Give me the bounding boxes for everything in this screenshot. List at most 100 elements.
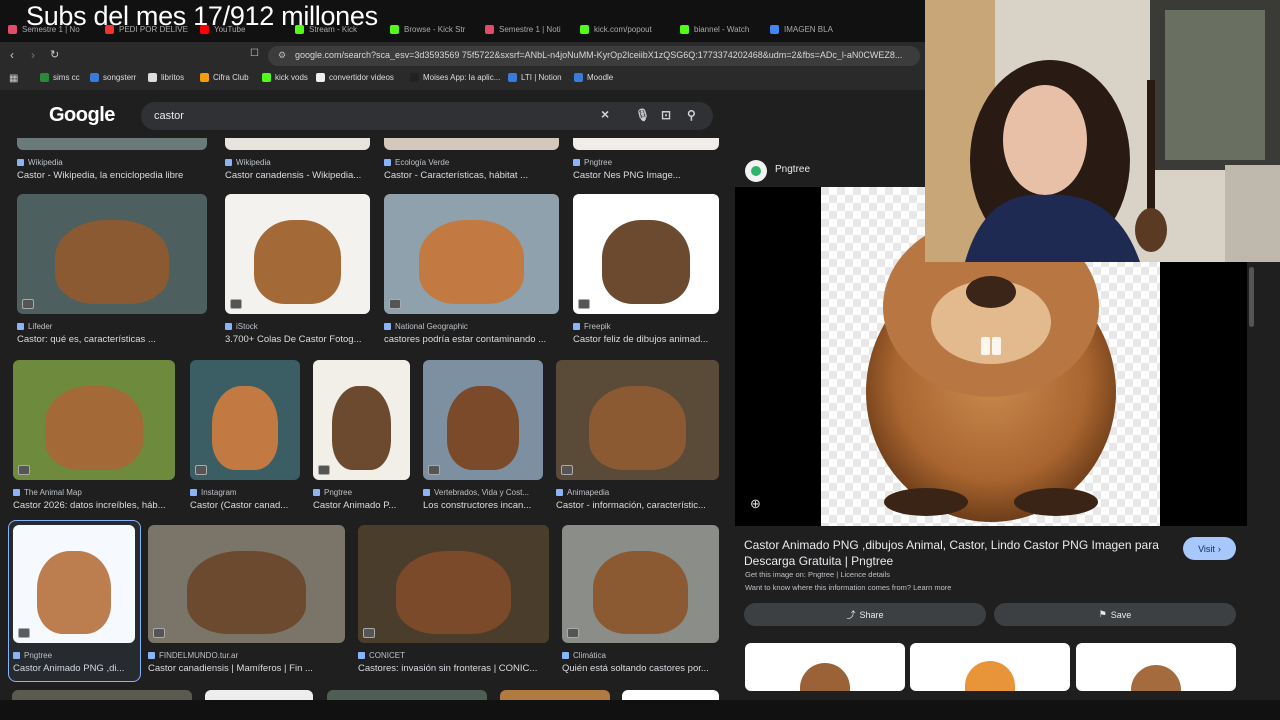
bookmark-item[interactable]: convertidor videos xyxy=(316,73,394,82)
result-source[interactable]: Instagram xyxy=(190,488,300,497)
bookmark-item[interactable]: Moises App: la aplic... xyxy=(410,73,500,82)
source-favicon-icon xyxy=(573,159,580,166)
result-title[interactable]: Los constructores incan... xyxy=(423,500,551,511)
panel-source[interactable]: Pngtree xyxy=(775,164,810,175)
result-title[interactable]: Castor feliz de dibujos animad... xyxy=(573,334,727,345)
result-source[interactable]: Wikipedia xyxy=(225,158,370,167)
google-logo[interactable]: Google xyxy=(49,104,115,127)
clear-icon[interactable]: × xyxy=(601,106,609,122)
result-title[interactable]: Castor canadensis - Wikipedia... xyxy=(225,170,378,181)
result-image[interactable] xyxy=(225,138,370,150)
result-source[interactable]: FINDELMUNDO.tur.ar xyxy=(148,651,345,660)
result-source[interactable]: Animapedia xyxy=(556,488,719,497)
result-source[interactable]: Vertebrados, Vida y Cost... xyxy=(423,488,543,497)
source-favicon-icon xyxy=(17,159,24,166)
result-title[interactable]: Castores: invasión sin fronteras | CONIC… xyxy=(358,663,557,674)
result-image[interactable] xyxy=(148,525,345,643)
result-source[interactable]: National Geographic xyxy=(384,322,559,331)
bookmark-item[interactable]: Cifra Club xyxy=(200,73,249,82)
result-image[interactable] xyxy=(562,525,719,643)
result-image[interactable] xyxy=(13,360,175,480)
result-image[interactable] xyxy=(384,138,559,150)
bookmark-item[interactable]: Moodle xyxy=(574,73,613,82)
result-image[interactable] xyxy=(327,690,487,700)
related-image-3[interactable] xyxy=(1076,643,1236,691)
result-source[interactable]: Lifeder xyxy=(17,322,207,331)
result-title[interactable]: Quién está soltando castores por... xyxy=(562,663,727,674)
tab-6[interactable]: Semestre 1 | Noti xyxy=(485,20,577,38)
panel-scrollbar[interactable] xyxy=(1247,262,1257,692)
result-image[interactable] xyxy=(423,360,543,480)
panel-get-this: Get this image on: Pngtree | Licence det… xyxy=(745,570,890,579)
result-source[interactable]: Pngtree xyxy=(573,158,719,167)
tab-9[interactable]: IMAGEN BLA xyxy=(770,20,862,38)
result-source[interactable]: Freepik xyxy=(573,322,719,331)
bookmark-star-icon[interactable]: ☐ xyxy=(250,48,259,59)
tab-7[interactable]: kick.com/popout xyxy=(580,20,672,38)
bookmark-item[interactable]: libritos xyxy=(148,73,184,82)
result-image[interactable] xyxy=(225,194,370,314)
search-query[interactable]: castor xyxy=(154,110,184,122)
bookmark-label: LTI | Notion xyxy=(521,73,562,82)
source-favicon-icon xyxy=(148,652,155,659)
lens-icon[interactable]: ⊡ xyxy=(661,108,671,122)
save-button[interactable]: ⚑ Save xyxy=(994,603,1236,626)
back-icon[interactable]: ‹ xyxy=(10,48,14,62)
visit-button[interactable]: Visit › xyxy=(1183,537,1236,560)
search-box[interactable]: castor × 🎙 ⊡ ⚲ xyxy=(141,102,713,130)
result-title[interactable]: Castor: qué es, características ... xyxy=(17,334,215,345)
result-image[interactable] xyxy=(622,690,719,700)
result-source[interactable]: Climática xyxy=(562,651,719,660)
tab-5[interactable]: Browse - Kick Str xyxy=(390,20,482,38)
result-image[interactable] xyxy=(17,138,207,150)
result-title[interactable]: Castor - Características, hábitat ... xyxy=(384,170,567,181)
tab-8[interactable]: biannel - Watch xyxy=(680,20,772,38)
reload-icon[interactable]: ↻ xyxy=(50,48,59,61)
bookmark-item[interactable]: kick vods xyxy=(262,73,308,82)
result-source[interactable]: The Animal Map xyxy=(13,488,175,497)
result-source[interactable]: Pngtree xyxy=(313,488,410,497)
result-image[interactable] xyxy=(573,194,719,314)
selected-result-highlight xyxy=(8,520,141,682)
result-title[interactable]: Castor Nes PNG Image... xyxy=(573,170,727,181)
related-image-2[interactable] xyxy=(910,643,1070,691)
result-image[interactable] xyxy=(573,138,719,150)
site-info-icon[interactable]: ⚙ xyxy=(278,50,286,61)
result-title[interactable]: Castor (Castor canad... xyxy=(190,500,308,511)
result-title[interactable]: Castor canadiensis | Mamíferos | Fin ... xyxy=(148,663,353,674)
result-title[interactable]: Castor - Wikipedia, la enciclopedia libr… xyxy=(17,170,215,181)
result-source[interactable]: Ecología Verde xyxy=(384,158,559,167)
result-title[interactable]: castores podría estar contaminando ... xyxy=(384,334,567,345)
bookmark-item[interactable]: sims cc xyxy=(40,73,80,82)
result-image[interactable] xyxy=(205,690,313,700)
lens-search-icon[interactable]: ⊕ xyxy=(750,496,761,512)
address-bar[interactable]: ⚙ google.com/search?sca_esv=3d3593569 75… xyxy=(268,46,920,66)
result-title[interactable]: Castor Animado P... xyxy=(313,500,418,511)
result-source[interactable]: iStock xyxy=(225,322,370,331)
result-image[interactable] xyxy=(358,525,549,643)
beaver-figure xyxy=(55,220,169,305)
forward-icon[interactable]: › xyxy=(31,48,35,62)
result-image[interactable] xyxy=(500,690,610,700)
panel-info-source[interactable]: Want to know where this information come… xyxy=(745,583,951,592)
search-icon[interactable]: ⚲ xyxy=(687,108,696,122)
bookmark-item[interactable]: LTI | Notion xyxy=(508,73,562,82)
panel-title[interactable]: Castor Animado PNG ,dibujos Animal, Cast… xyxy=(744,537,1164,569)
bookmark-item[interactable]: songsterr xyxy=(90,73,136,82)
result-source[interactable]: Wikipedia xyxy=(17,158,207,167)
share-button[interactable]: ⤴ Share xyxy=(744,603,986,626)
apps-grid-icon[interactable]: ▦ xyxy=(9,73,18,84)
result-image[interactable] xyxy=(190,360,300,480)
result-image[interactable] xyxy=(384,194,559,314)
result-image[interactable] xyxy=(313,360,410,480)
result-image[interactable] xyxy=(12,690,192,700)
result-title[interactable]: 3.700+ Colas De Castor Fotog... xyxy=(225,334,378,345)
result-image[interactable] xyxy=(556,360,719,480)
result-source[interactable]: CONICET xyxy=(358,651,549,660)
result-title[interactable]: Castor - información, característic... xyxy=(556,500,727,511)
microphone-icon[interactable]: 🎙 xyxy=(635,108,650,122)
result-image[interactable] xyxy=(17,194,207,314)
related-image-1[interactable] xyxy=(745,643,905,691)
bookmark-label: sims cc xyxy=(53,73,80,82)
result-title[interactable]: Castor 2026: datos increíbles, háb... xyxy=(13,500,183,511)
